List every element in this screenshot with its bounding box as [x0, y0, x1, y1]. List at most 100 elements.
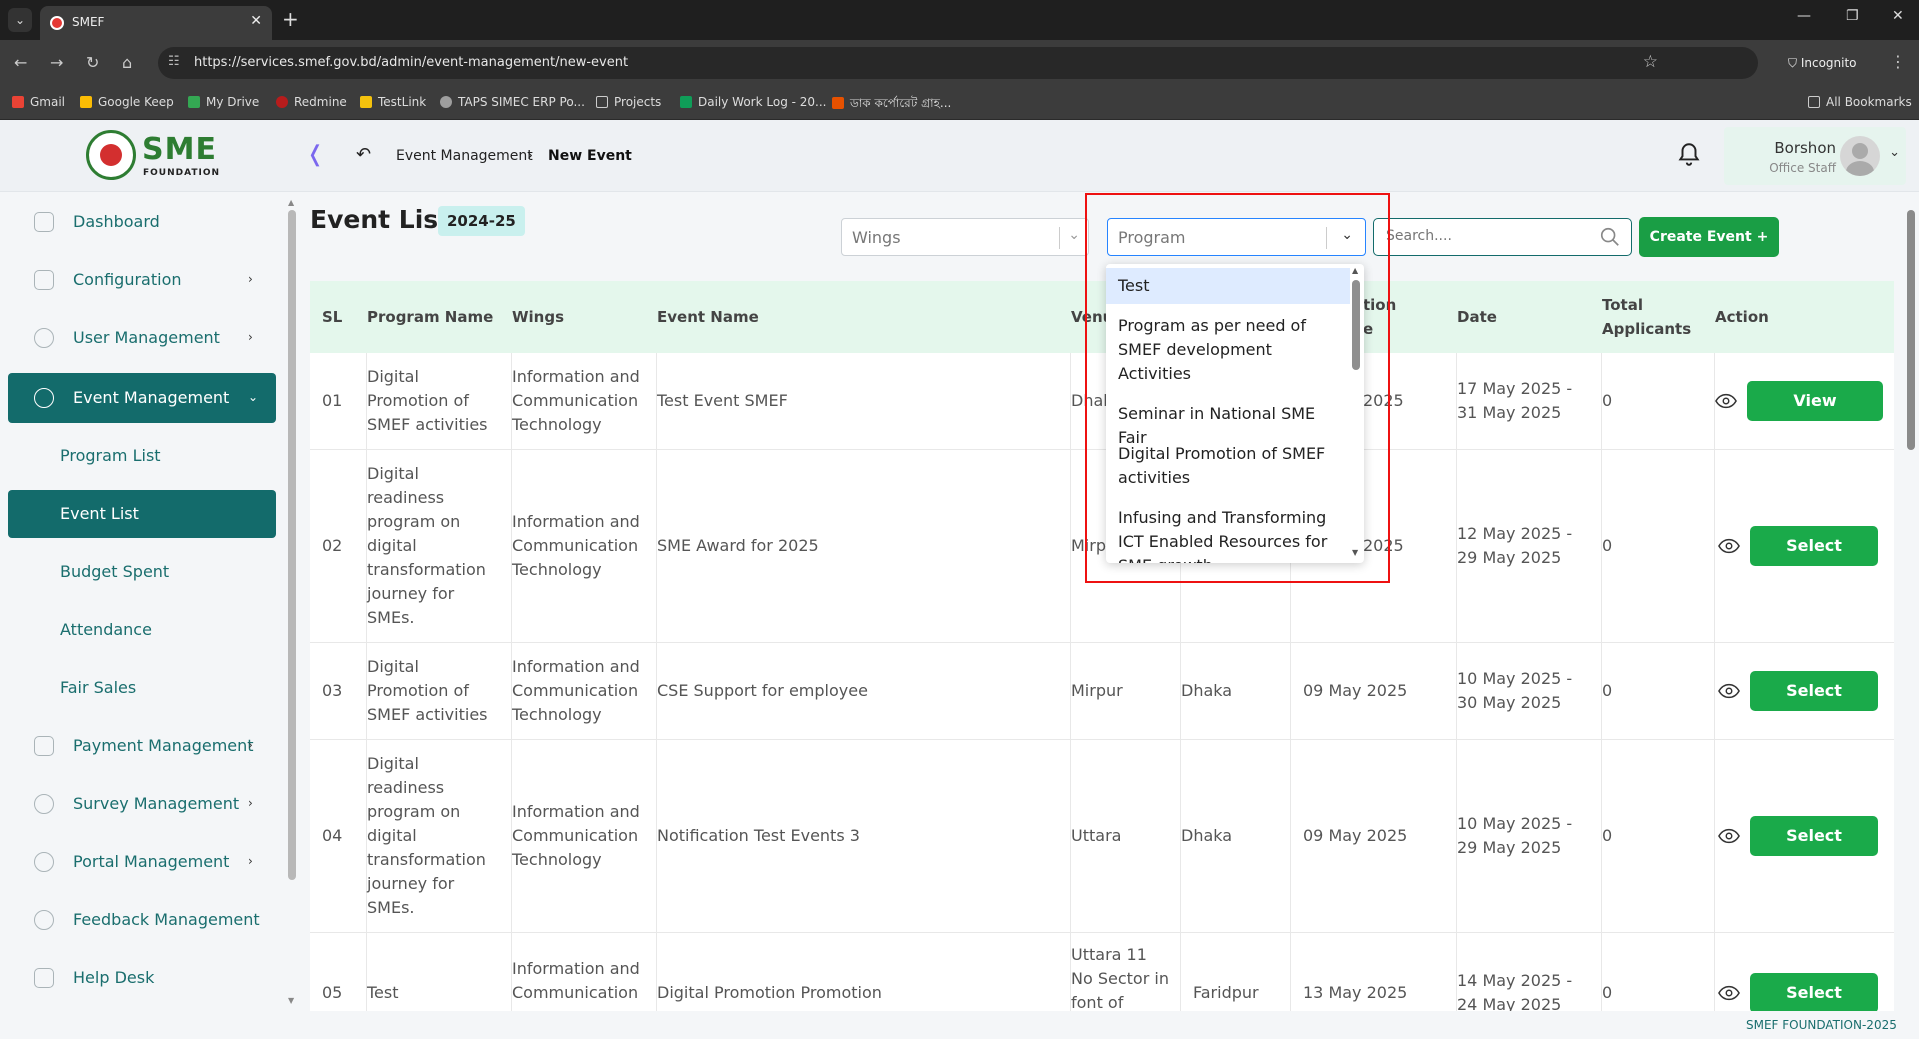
sidebar-item-program-list[interactable]: Program List	[8, 432, 276, 480]
cell-program: Digital Promotion of SMEF activities	[367, 353, 512, 449]
cell-district: Dhaka	[1181, 740, 1291, 932]
bookmark-google-keep[interactable]: Google Keep	[80, 95, 174, 109]
bookmark-all[interactable]: All Bookmarks	[1808, 95, 1912, 109]
bookmark-redmine[interactable]: Redmine	[276, 95, 347, 109]
dak-icon	[832, 97, 844, 109]
site-info-icon[interactable]: ☷	[168, 54, 180, 69]
sidebar-item-event-list[interactable]: Event List	[8, 490, 276, 538]
select-button[interactable]: Select	[1750, 973, 1878, 1011]
user-name: Borshon	[1774, 139, 1836, 157]
payment-icon	[34, 736, 54, 756]
dashboard-icon	[34, 212, 54, 232]
restore-icon[interactable]: ❐	[1846, 8, 1859, 24]
bangladesh-emblem-icon	[86, 130, 136, 180]
window-close-icon[interactable]: ✕	[1892, 8, 1904, 24]
view-button[interactable]: View	[1747, 381, 1883, 421]
bookmark-my-drive[interactable]: My Drive	[188, 95, 259, 109]
url-field[interactable]: ☷ https://services.smef.gov.bd/admin/eve…	[158, 47, 1758, 79]
chevron-right-icon: ›	[248, 796, 253, 810]
sidebar-item-survey-management[interactable]: Survey Management ›	[8, 779, 276, 829]
select-button[interactable]: Select	[1750, 816, 1878, 856]
eye-icon[interactable]	[1718, 538, 1740, 554]
sidebar-item-fair-sales[interactable]: Fair Sales	[8, 664, 276, 712]
sidebar-item-event-management[interactable]: Event Management ⌄	[8, 373, 276, 423]
search-icon[interactable]	[1599, 226, 1621, 248]
sidebar-item-feedback-management[interactable]: Feedback Management	[8, 895, 276, 945]
scroll-up-icon[interactable]: ▲	[288, 198, 294, 207]
sidebar-item-label: Dashboard	[73, 212, 160, 231]
sidebar-item-label: Help Desk	[73, 968, 155, 987]
incognito-indicator[interactable]: ⛉ Incognito	[1778, 47, 1888, 79]
tab-search-icon[interactable]: ⌄	[8, 8, 32, 32]
sidebar-item-user-management[interactable]: User Management ›	[8, 313, 276, 363]
cell-applicants: 0	[1602, 450, 1715, 642]
scrollbar-thumb[interactable]	[288, 210, 296, 880]
scrollbar-thumb[interactable]	[1907, 210, 1915, 450]
reload-icon[interactable]: ↻	[86, 53, 99, 72]
breadcrumb-chevron-icon: ›	[527, 146, 533, 164]
scroll-down-icon[interactable]: ▼	[288, 996, 294, 1005]
cell-sl: 05	[322, 933, 367, 1011]
eye-icon[interactable]	[1715, 393, 1737, 409]
bookmark-gmail[interactable]: Gmail	[12, 95, 65, 109]
cell-event: Digital Promotion Promotion	[657, 933, 1071, 1011]
sidebar-item-configuration[interactable]: Configuration ›	[8, 255, 276, 305]
cell-wings: Information and Communication Technology	[512, 740, 657, 932]
sme-logo[interactable]: SME	[142, 132, 217, 167]
cell-venue: Uttara 11 No Sector in font of	[1071, 933, 1181, 1011]
sidebar-item-label: Event List	[60, 504, 139, 523]
bookmark-star-icon[interactable]: ☆	[1643, 52, 1658, 72]
wings-placeholder: Wings	[852, 228, 901, 247]
sidebar-item-dashboard[interactable]: Dashboard	[8, 197, 276, 247]
home-icon[interactable]: ⌂	[122, 53, 132, 72]
chevron-down-icon[interactable]: ⌄	[1068, 227, 1080, 243]
search-box[interactable]	[1373, 218, 1632, 256]
cell-sl: 01	[322, 353, 367, 449]
wings-select[interactable]: Wings ⌄	[841, 218, 1089, 256]
new-tab-icon[interactable]: +	[282, 7, 299, 31]
sidebar-scrollbar[interactable]: ▲ ▼	[288, 198, 296, 1006]
bookmark-taps[interactable]: TAPS SIMEC ERP Po...	[440, 95, 585, 109]
configuration-icon	[34, 270, 54, 290]
select-button[interactable]: Select	[1750, 671, 1878, 711]
select-button[interactable]: Select	[1750, 526, 1878, 566]
eye-icon[interactable]	[1718, 985, 1740, 1001]
cell-applicants: 0	[1602, 643, 1715, 739]
cell-district: Faridpur	[1181, 933, 1291, 1011]
minimize-icon[interactable]: —	[1797, 8, 1811, 24]
chevron-down-icon: ⌄	[248, 390, 259, 404]
table-row: 04 Digital readiness program on digital …	[310, 740, 1894, 933]
back-arrow-icon[interactable]: ←	[14, 53, 27, 72]
bookmark-daily-work-log[interactable]: Daily Work Log - 20...	[680, 95, 826, 109]
bookmark-projects[interactable]: Projects	[596, 95, 661, 109]
eye-icon[interactable]	[1718, 683, 1740, 699]
cell-wings: Information and Communication	[512, 933, 657, 1011]
sidebar-item-budget-spent[interactable]: Budget Spent	[8, 548, 276, 596]
notification-bell-icon[interactable]	[1676, 140, 1702, 168]
breadcrumb-event-management[interactable]: Event Management	[396, 148, 533, 164]
eye-icon[interactable]	[1718, 828, 1740, 844]
sidebar-item-help-desk[interactable]: Help Desk	[8, 953, 276, 1003]
sidebar-item-portal-management[interactable]: Portal Management ›	[8, 837, 276, 887]
back-undo-icon[interactable]: ↶	[356, 144, 371, 165]
create-event-button[interactable]: Create Event +	[1639, 217, 1779, 257]
browser-menu-icon[interactable]: ⋮	[1890, 52, 1906, 71]
sidebar-collapse-icon[interactable]: ❬	[306, 142, 324, 167]
page-scrollbar[interactable]	[1906, 200, 1916, 1010]
sidebar-item-attendance[interactable]: Attendance	[8, 606, 276, 654]
tab-close-icon[interactable]: ✕	[250, 13, 262, 29]
browser-tab[interactable]: SMEF ✕	[40, 6, 272, 40]
sidebar-item-payment-management[interactable]: Payment Management ›	[8, 721, 276, 771]
mail-icon	[34, 968, 54, 988]
sidebar-item-label: Portal Management	[73, 852, 230, 871]
sidebar-item-label: Feedback Management	[73, 910, 260, 929]
bookmark-dak[interactable]: ডাক কর্পোরেট গ্রাহ...	[832, 95, 951, 115]
cell-venue: Uttara	[1071, 740, 1181, 932]
search-input[interactable]	[1386, 228, 1586, 244]
user-menu[interactable]: Borshon Office Staff ⌄	[1724, 127, 1906, 185]
bookmark-testlink[interactable]: TestLink	[360, 95, 426, 109]
forward-arrow-icon[interactable]: →	[50, 53, 63, 72]
url-text: https://services.smef.gov.bd/admin/event…	[194, 55, 629, 70]
incognito-icon: ⛉	[1788, 56, 1801, 70]
folder-icon	[1808, 96, 1820, 108]
